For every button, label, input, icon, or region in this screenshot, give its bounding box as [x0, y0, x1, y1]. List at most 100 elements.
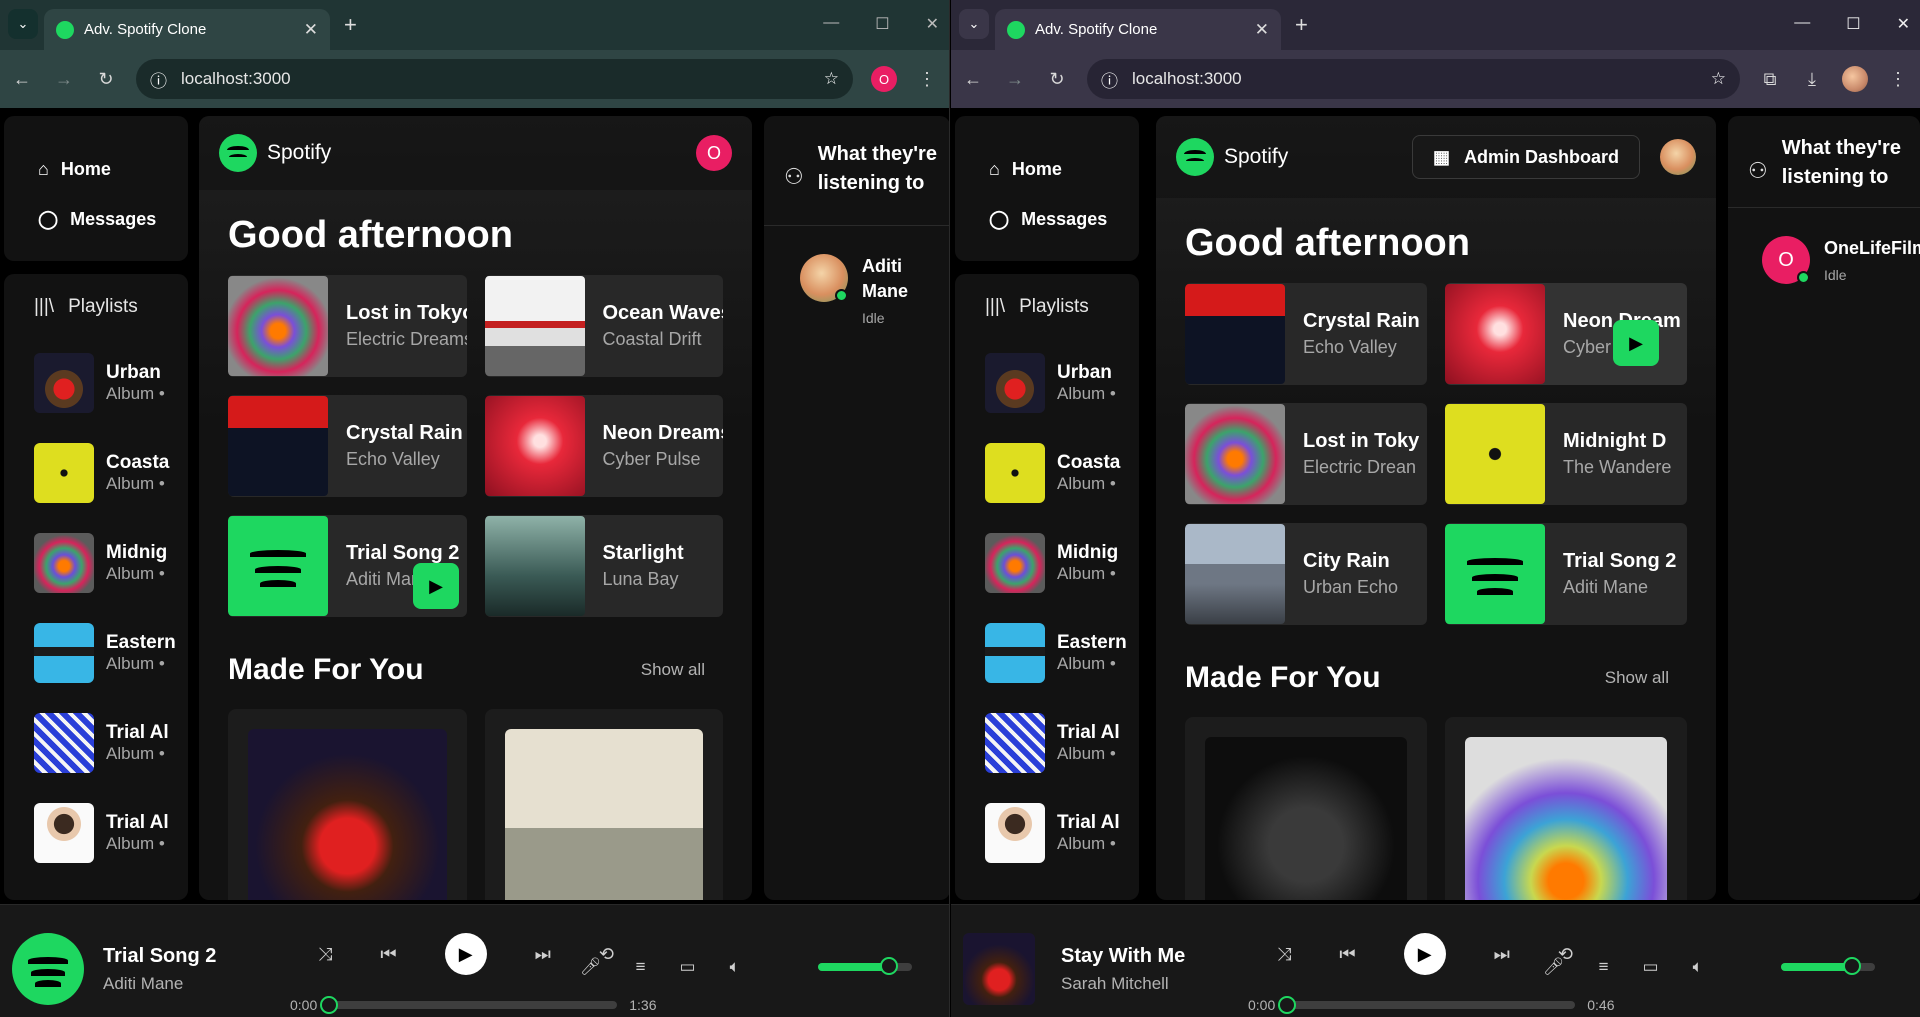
user-avatar[interactable]: O — [696, 135, 732, 171]
show-all-link[interactable]: Show all — [1605, 668, 1687, 688]
back-icon[interactable]: ← — [10, 69, 34, 90]
play-pause-button[interactable]: ▶ — [1403, 933, 1446, 975]
reload-icon[interactable]: ↻ — [1045, 69, 1069, 90]
site-info-icon[interactable]: ⓘ — [150, 67, 167, 92]
menu-kebab-icon[interactable]: ⋮ — [1886, 69, 1910, 90]
volume-icon[interactable]: 🔈︎ — [730, 957, 740, 977]
featured-card[interactable]: Ocean Waves Coastal Drift — [484, 275, 723, 377]
friend-item[interactable]: Aditi Mane Idle — [764, 226, 949, 326]
profile-avatar[interactable]: O — [871, 66, 897, 92]
progress-knob[interactable] — [320, 996, 339, 1014]
browser-tab[interactable]: Adv. Spotify Clone ✕ — [44, 9, 330, 50]
album-card[interactable] — [1445, 717, 1687, 900]
featured-card[interactable]: Lost in Tokyo Electric Dreams — [228, 275, 467, 377]
device-icon[interactable]: ▭ — [680, 957, 696, 977]
bookmark-star-icon[interactable]: ☆ — [824, 69, 839, 89]
reload-icon[interactable]: ↻ — [94, 69, 118, 90]
new-tab-button[interactable]: + — [1295, 12, 1308, 38]
friend-item[interactable]: O OneLifeFilm Idle — [1728, 208, 1920, 284]
queue-icon[interactable]: ≡ — [636, 957, 646, 977]
album-card[interactable] — [228, 709, 467, 900]
playlist-item[interactable]: Coasta Album • — [985, 428, 1139, 518]
play-button[interactable]: ▶ — [413, 563, 459, 609]
show-all-link[interactable]: Show all — [641, 660, 723, 680]
user-avatar[interactable] — [1660, 139, 1696, 175]
maximize-icon[interactable]: ☐ — [875, 14, 889, 34]
volume-knob[interactable] — [879, 957, 898, 975]
featured-card[interactable]: Trial Song 2 Aditi Mane — [1445, 523, 1687, 625]
forward-icon[interactable]: → — [1003, 69, 1027, 90]
address-bar[interactable]: ⓘ localhost:3000 ☆ — [136, 59, 853, 99]
shuffle-icon[interactable]: ⤨ — [318, 944, 332, 965]
mic-icon[interactable]: 🎤︎ — [1543, 957, 1565, 977]
playlist-item[interactable]: Trial Al Album • — [985, 788, 1139, 878]
playlist-item[interactable]: Eastern Album • — [985, 608, 1139, 698]
playlist-item[interactable]: Urban Album • — [985, 338, 1139, 428]
forward-icon[interactable]: → — [52, 69, 76, 90]
new-tab-button[interactable]: + — [344, 12, 357, 38]
extensions-icon[interactable]: ⧉ — [1758, 69, 1782, 90]
playlist-item[interactable]: Trial Al Album • — [34, 698, 188, 788]
playlist-item[interactable]: Urban Album • — [34, 338, 188, 428]
nav-messages[interactable]: ◯ Messages — [38, 194, 188, 244]
playlist-item[interactable]: Eastern Album • — [34, 608, 188, 698]
maximize-icon[interactable]: ☐ — [1846, 14, 1860, 34]
album-card[interactable] — [1185, 717, 1427, 900]
progress-bar[interactable] — [1278, 996, 1576, 1014]
close-window-icon[interactable]: ✕ — [1897, 14, 1910, 34]
spotify-logo-icon[interactable] — [219, 134, 257, 172]
device-icon[interactable]: ▭ — [1643, 957, 1659, 977]
browser-tab[interactable]: Adv. Spotify Clone ✕ — [995, 9, 1281, 50]
featured-card[interactable]: Starlight Luna Bay — [484, 515, 723, 617]
volume-slider[interactable] — [1781, 957, 1875, 975]
close-window-icon[interactable]: ✕ — [926, 14, 939, 34]
featured-card[interactable]: Neon Dreams Cyber Pulse — [484, 395, 723, 497]
volume-knob[interactable] — [1842, 957, 1861, 975]
album-card[interactable] — [484, 709, 723, 900]
admin-dashboard-button[interactable]: ▦ Admin Dashboard — [1411, 135, 1640, 179]
menu-kebab-icon[interactable]: ⋮ — [915, 69, 939, 90]
featured-card[interactable]: Neon DreamCyber▶ — [1445, 283, 1687, 385]
minimize-icon[interactable]: — — [1794, 14, 1810, 34]
playlist-item[interactable]: Trial Al Album • — [985, 698, 1139, 788]
tab-search-button[interactable]: ⌄ — [8, 9, 38, 39]
volume-icon[interactable]: 🔈︎ — [1693, 957, 1703, 977]
nav-messages[interactable]: ◯ Messages — [989, 194, 1139, 244]
previous-icon[interactable]: ⏮ — [1339, 944, 1355, 965]
progress-knob[interactable] — [1278, 996, 1297, 1014]
download-icon[interactable]: ⤓ — [1800, 69, 1824, 90]
address-bar[interactable]: ⓘ localhost:3000 ☆ — [1087, 59, 1740, 99]
next-icon[interactable]: ⏭ — [535, 944, 551, 965]
playlist-item[interactable]: Coasta Album • — [34, 428, 188, 518]
profile-avatar[interactable] — [1842, 66, 1868, 92]
previous-icon[interactable]: ⏮ — [380, 944, 396, 965]
nav-home[interactable]: ⌂ Home — [989, 144, 1139, 194]
queue-icon[interactable]: ≡ — [1599, 957, 1609, 977]
play-button[interactable]: ▶ — [1613, 320, 1659, 366]
featured-card[interactable]: Crystal Rain Echo Valley — [1185, 283, 1427, 385]
close-tab-icon[interactable]: ✕ — [304, 20, 318, 40]
playlist-sub: Album • — [1057, 744, 1116, 763]
tab-search-button[interactable]: ⌄ — [959, 9, 989, 39]
playlist-item[interactable]: Midnig Album • — [985, 518, 1139, 608]
featured-card[interactable]: City Rain Urban Echo — [1185, 523, 1427, 625]
back-icon[interactable]: ← — [961, 69, 985, 90]
featured-card[interactable]: Lost in Toky Electric Drean — [1185, 403, 1427, 505]
spotify-logo-icon[interactable] — [1176, 138, 1214, 176]
volume-slider[interactable] — [818, 957, 912, 975]
next-icon[interactable]: ⏭ — [1494, 944, 1510, 965]
featured-card[interactable]: Crystal Rain Echo Valley — [228, 395, 467, 497]
site-info-icon[interactable]: ⓘ — [1101, 67, 1118, 92]
playlist-item[interactable]: Trial Al Album • — [34, 788, 188, 878]
bookmark-star-icon[interactable]: ☆ — [1711, 69, 1726, 89]
mic-icon[interactable]: 🎤︎ — [580, 957, 602, 977]
nav-home[interactable]: ⌂ Home — [38, 144, 188, 194]
progress-bar[interactable] — [320, 996, 618, 1014]
minimize-icon[interactable]: — — [823, 14, 839, 34]
playlist-item[interactable]: Midnig Album • — [34, 518, 188, 608]
shuffle-icon[interactable]: ⤨ — [1277, 944, 1291, 965]
close-tab-icon[interactable]: ✕ — [1255, 20, 1269, 40]
play-pause-button[interactable]: ▶ — [444, 933, 487, 975]
featured-card[interactable]: Midnight D The Wandere — [1445, 403, 1687, 505]
featured-card[interactable]: Trial Song 2 Aditi Mane ▶ — [228, 515, 467, 617]
